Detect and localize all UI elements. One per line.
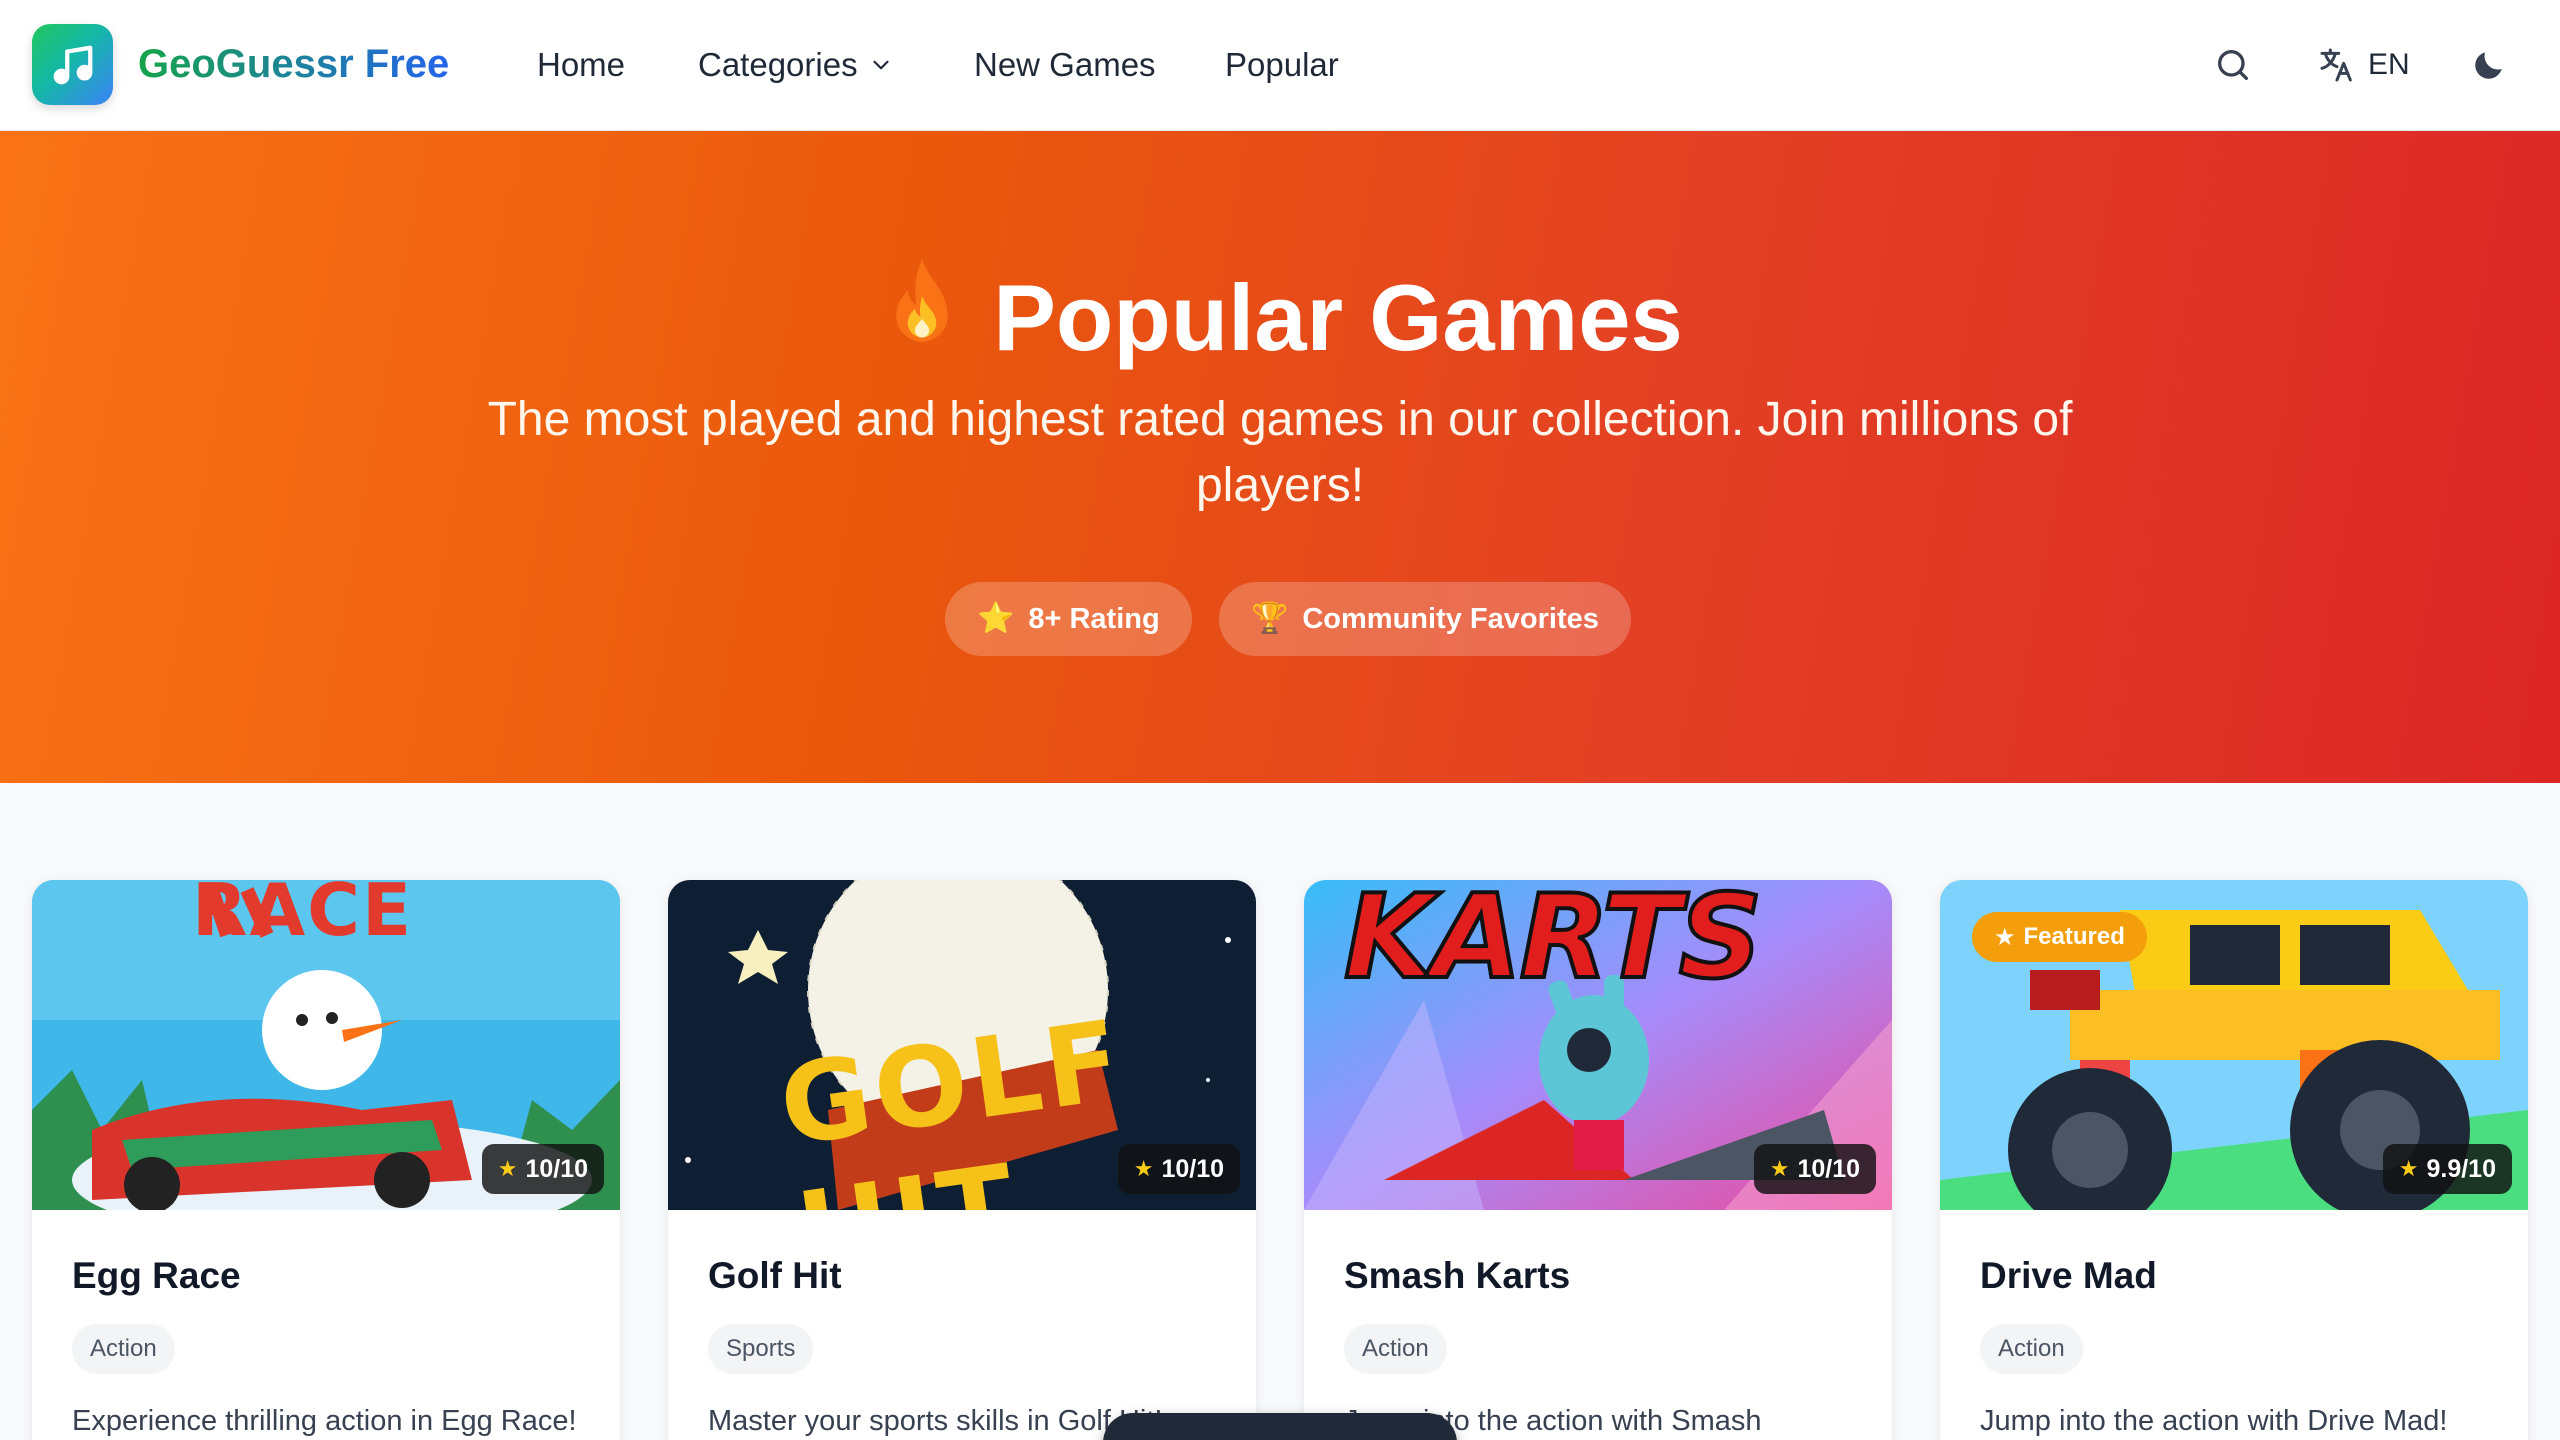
- trophy-icon: 🏆: [1251, 602, 1289, 635]
- game-thumbnail[interactable]: KARTS ★ 10/10: [1304, 880, 1892, 1210]
- game-description: Experience thrilling action in Egg Race!: [72, 1405, 577, 1437]
- rating-value: 10/10: [1797, 1154, 1860, 1183]
- game-card-egg-race[interactable]: RACE ★ 10/10 Egg Race Action Experience …: [32, 880, 620, 1440]
- rating-chip: ★ 10/10: [481, 1144, 604, 1194]
- rating-chip: ★ 10/10: [1753, 1144, 1876, 1194]
- game-title[interactable]: Golf Hit: [708, 1252, 842, 1300]
- chevron-down-icon: [873, 60, 889, 70]
- game-title[interactable]: Egg Race: [72, 1252, 241, 1300]
- favorites-badge-label: Community Favorites: [1302, 602, 1599, 635]
- hero-title-text: Popular Games: [993, 265, 1683, 370]
- music-note-icon[interactable]: [32, 24, 113, 105]
- star-icon: ★: [2398, 1156, 2419, 1181]
- rating-value: 10/10: [1161, 1154, 1224, 1183]
- brand-link[interactable]: GeoGuessr Free: [138, 38, 449, 90]
- game-thumbnail[interactable]: ★ Featured ★ 9.9/10: [1940, 880, 2528, 1210]
- game-thumbnail[interactable]: RACE ★ 10/10: [32, 880, 620, 1210]
- game-card-golf-hit[interactable]: GOLF HIT ★ 10/10 Golf Hit Sports Master …: [668, 880, 1256, 1440]
- fire-icon: [896, 258, 948, 342]
- featured-badge: ★ Featured: [1972, 912, 2147, 962]
- star-icon: ⭐: [977, 602, 1015, 635]
- star-icon: ★: [1994, 923, 2016, 951]
- star-icon: ★: [1133, 1156, 1154, 1181]
- game-thumbnail[interactable]: GOLF HIT ★ 10/10: [668, 880, 1256, 1210]
- rating-chip: ★ 9.9/10: [2382, 1144, 2512, 1194]
- top-navbar: GeoGuessr Free Home Categories New Games…: [0, 0, 2560, 131]
- thumbnail-title: KARTS: [1342, 880, 1764, 1007]
- nav-home[interactable]: Home: [537, 42, 625, 88]
- category-tag[interactable]: Action: [72, 1324, 175, 1374]
- star-icon: ★: [1769, 1156, 1790, 1181]
- search-icon[interactable]: [2210, 42, 2256, 88]
- rating-badge-label: 8+ Rating: [1028, 602, 1160, 635]
- game-title[interactable]: Drive Mad: [1980, 1252, 2157, 1300]
- hero-banner: Popular Games The most played and highes…: [0, 131, 2560, 783]
- favorites-badge: 🏆 Community Favorites: [1219, 582, 1631, 656]
- game-card-smash-karts[interactable]: KARTS ★ 10/10 Smash Karts Action Jump in…: [1304, 880, 1892, 1440]
- nav-popular[interactable]: Popular: [1225, 42, 1339, 88]
- rating-value: 9.9/10: [2426, 1154, 2496, 1183]
- rating-chip: ★ 10/10: [1117, 1144, 1240, 1194]
- game-description: Jump into the action with Drive Mad!: [1980, 1405, 2448, 1437]
- game-title[interactable]: Smash Karts: [1344, 1252, 1570, 1300]
- hero-subtitle: The most played and highest rated games …: [487, 393, 2073, 512]
- featured-label: Featured: [2023, 923, 2125, 950]
- translate-icon[interactable]: [2314, 42, 2360, 88]
- language-label[interactable]: EN: [2368, 44, 2410, 86]
- rating-badge: ⭐ 8+ Rating: [945, 582, 1192, 656]
- category-tag[interactable]: Action: [1980, 1324, 2083, 1374]
- floating-toolbar[interactable]: [1103, 1413, 1457, 1440]
- game-card-drive-mad[interactable]: ★ Featured ★ 9.9/10 Drive Mad Action Jum…: [1940, 880, 2528, 1440]
- category-tag[interactable]: Action: [1344, 1324, 1447, 1374]
- nav-categories-label: Categories: [698, 46, 858, 83]
- nav-categories[interactable]: Categories: [698, 42, 894, 88]
- rating-value: 10/10: [525, 1154, 588, 1183]
- star-icon: ★: [497, 1156, 518, 1181]
- thumbnail-title: RACE: [192, 880, 414, 952]
- category-tag[interactable]: Sports: [708, 1324, 814, 1374]
- moon-icon[interactable]: [2466, 42, 2512, 88]
- hero-title: Popular Games: [0, 256, 2560, 378]
- nav-new-games[interactable]: New Games: [974, 42, 1156, 88]
